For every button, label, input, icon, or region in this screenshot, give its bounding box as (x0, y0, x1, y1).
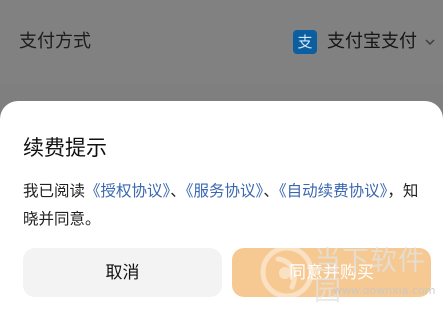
cancel-button[interactable]: 取消 (23, 248, 222, 297)
alipay-icon: 支 (293, 30, 317, 54)
agreement-separator: 、 (263, 182, 279, 200)
agree-and-buy-button[interactable]: 同意并购买 (232, 248, 431, 297)
dialog-agreement-text: 我已阅读《授权协议》、《服务协议》、《自动续费协议》，知晓并同意。 (23, 177, 433, 233)
agreement-separator: 、 (170, 182, 186, 200)
renewal-dialog: 续费提示 我已阅读《授权协议》、《服务协议》、《自动续费协议》，知晓并同意。 取… (0, 101, 443, 331)
chevron-down-icon (425, 39, 435, 45)
auto-renew-agreement-link[interactable]: 《自动续费协议》 (279, 182, 388, 200)
payment-method-label: 支付方式 (19, 31, 91, 52)
authorization-agreement-link[interactable]: 《授权协议》 (85, 182, 170, 200)
agreement-text-prefix: 我已阅读 (23, 182, 86, 200)
service-agreement-link[interactable]: 《服务协议》 (186, 182, 264, 200)
dialog-title: 续费提示 (23, 136, 107, 160)
payment-method-selector[interactable]: 支 支付宝支付 (293, 29, 435, 55)
payment-method-row[interactable]: 支付方式 支 支付宝支付 (0, 0, 443, 84)
selected-payment-method: 支付宝支付 (327, 31, 417, 52)
